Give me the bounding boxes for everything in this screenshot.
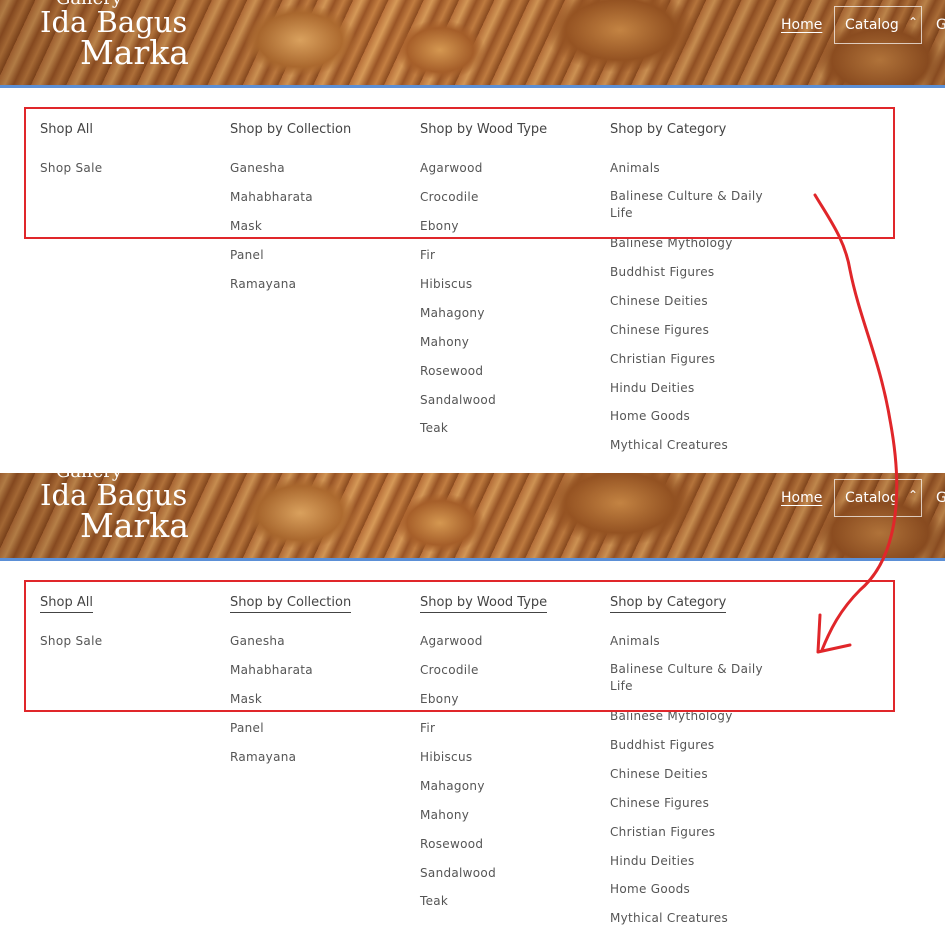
after-panel: Gallery Ida Bagus Marka Home Catalog ⌃ G…: [0, 473, 945, 946]
menu-item-mask[interactable]: Mask: [230, 692, 262, 706]
catalog-mega-menu: Shop All Shop Sale Shop by Collection Ga…: [0, 564, 945, 946]
menu-item-rosewood[interactable]: Rosewood: [420, 837, 483, 851]
site-header: Gallery Ida Bagus Marka Home Catalog ⌃ G: [0, 473, 945, 561]
menu-item-mahony[interactable]: Mahony: [420, 335, 469, 349]
menu-item-mythical-creatures[interactable]: Mythical Creatures: [610, 911, 728, 925]
menu-item-ganesha[interactable]: Ganesha: [230, 634, 285, 648]
chevron-up-icon: ⌃: [908, 15, 919, 29]
menu-item-hibiscus[interactable]: Hibiscus: [420, 277, 472, 291]
menu-item-hindu-deities[interactable]: Hindu Deities: [610, 381, 695, 395]
menu-item-hibiscus[interactable]: Hibiscus: [420, 750, 472, 764]
menu-item-sandalwood[interactable]: Sandalwood: [420, 393, 496, 407]
nav-extra-link[interactable]: G: [936, 17, 945, 33]
heading-shop-by-wood-type[interactable]: Shop by Wood Type: [420, 595, 548, 613]
menu-item-home-goods[interactable]: Home Goods: [610, 409, 690, 423]
menu-item-teak[interactable]: Teak: [420, 421, 448, 435]
heading-shop-all[interactable]: Shop All: [40, 595, 93, 613]
menu-item-chinese-deities[interactable]: Chinese Deities: [610, 767, 708, 781]
menu-item-christian-figures[interactable]: Christian Figures: [610, 825, 715, 839]
menu-item-balinese-culture[interactable]: Balinese Culture & Daily Life: [610, 188, 770, 222]
menu-item-agarwood[interactable]: Agarwood: [420, 161, 483, 175]
menu-item-mahagony[interactable]: Mahagony: [420, 779, 485, 793]
nav-catalog-button[interactable]: Catalog ⌃: [834, 6, 922, 44]
heading-shop-by-wood-type[interactable]: Shop by Wood Type: [420, 122, 547, 139]
menu-item-buddhist-figures[interactable]: Buddhist Figures: [610, 265, 714, 279]
heading-shop-by-collection[interactable]: Shop by Collection: [230, 122, 351, 139]
site-header: Gallery Ida Bagus Marka Home Catalog ⌃ G: [0, 0, 945, 88]
menu-item-ebony[interactable]: Ebony: [420, 219, 459, 233]
catalog-mega-menu: Shop All Shop Sale Shop by Collection Ga…: [0, 91, 945, 473]
menu-item-hindu-deities[interactable]: Hindu Deities: [610, 854, 695, 868]
menu-item-ramayana[interactable]: Ramayana: [230, 750, 296, 764]
menu-item-chinese-deities[interactable]: Chinese Deities: [610, 294, 708, 308]
menu-item-mahagony[interactable]: Mahagony: [420, 306, 485, 320]
nav-extra-link[interactable]: G: [936, 490, 945, 506]
nav-catalog-label: Catalog: [845, 490, 899, 506]
menu-item-ganesha[interactable]: Ganesha: [230, 161, 285, 175]
menu-item-agarwood[interactable]: Agarwood: [420, 634, 483, 648]
menu-item-balinese-mythology[interactable]: Balinese Mythology: [610, 709, 733, 723]
menu-item-balinese-mythology[interactable]: Balinese Mythology: [610, 236, 733, 250]
menu-item-mahabharata[interactable]: Mahabharata: [230, 663, 313, 677]
before-panel: Gallery Ida Bagus Marka Home Catalog ⌃ G…: [0, 0, 945, 473]
menu-item-ramayana[interactable]: Ramayana: [230, 277, 296, 291]
menu-item-chinese-figures[interactable]: Chinese Figures: [610, 323, 709, 337]
menu-item-teak[interactable]: Teak: [420, 894, 448, 908]
menu-item-panel[interactable]: Panel: [230, 721, 264, 735]
heading-shop-by-category[interactable]: Shop by Category: [610, 595, 727, 613]
menu-item-rosewood[interactable]: Rosewood: [420, 364, 483, 378]
heading-shop-by-category[interactable]: Shop by Category: [610, 122, 726, 139]
heading-shop-by-collection[interactable]: Shop by Collection: [230, 595, 352, 613]
menu-item-buddhist-figures[interactable]: Buddhist Figures: [610, 738, 714, 752]
main-nav: Home Catalog ⌃ G: [0, 0, 945, 88]
menu-item-animals[interactable]: Animals: [610, 161, 660, 175]
nav-catalog-label: Catalog: [845, 17, 899, 33]
chevron-up-icon: ⌃: [908, 488, 919, 502]
header-divider: [0, 558, 945, 561]
menu-item-fir[interactable]: Fir: [420, 248, 435, 262]
menu-item-mahabharata[interactable]: Mahabharata: [230, 190, 313, 204]
menu-item-mythical-creatures[interactable]: Mythical Creatures: [610, 438, 728, 452]
main-nav: Home Catalog ⌃ G: [0, 473, 945, 561]
menu-item-ebony[interactable]: Ebony: [420, 692, 459, 706]
menu-item-balinese-culture[interactable]: Balinese Culture & Daily Life: [610, 661, 770, 695]
menu-item-home-goods[interactable]: Home Goods: [610, 882, 690, 896]
nav-catalog-button[interactable]: Catalog ⌃: [834, 479, 922, 517]
menu-item-mahony[interactable]: Mahony: [420, 808, 469, 822]
menu-item-shop-sale[interactable]: Shop Sale: [40, 634, 102, 648]
menu-item-animals[interactable]: Animals: [610, 634, 660, 648]
menu-item-sandalwood[interactable]: Sandalwood: [420, 866, 496, 880]
menu-item-crocodile[interactable]: Crocodile: [420, 190, 479, 204]
heading-shop-all[interactable]: Shop All: [40, 122, 93, 139]
menu-item-crocodile[interactable]: Crocodile: [420, 663, 479, 677]
nav-home-link[interactable]: Home: [781, 490, 822, 506]
menu-item-fir[interactable]: Fir: [420, 721, 435, 735]
menu-item-shop-sale[interactable]: Shop Sale: [40, 161, 102, 175]
header-divider: [0, 85, 945, 88]
nav-home-link[interactable]: Home: [781, 17, 822, 33]
menu-item-panel[interactable]: Panel: [230, 248, 264, 262]
menu-item-christian-figures[interactable]: Christian Figures: [610, 352, 715, 366]
menu-item-mask[interactable]: Mask: [230, 219, 262, 233]
menu-item-chinese-figures[interactable]: Chinese Figures: [610, 796, 709, 810]
